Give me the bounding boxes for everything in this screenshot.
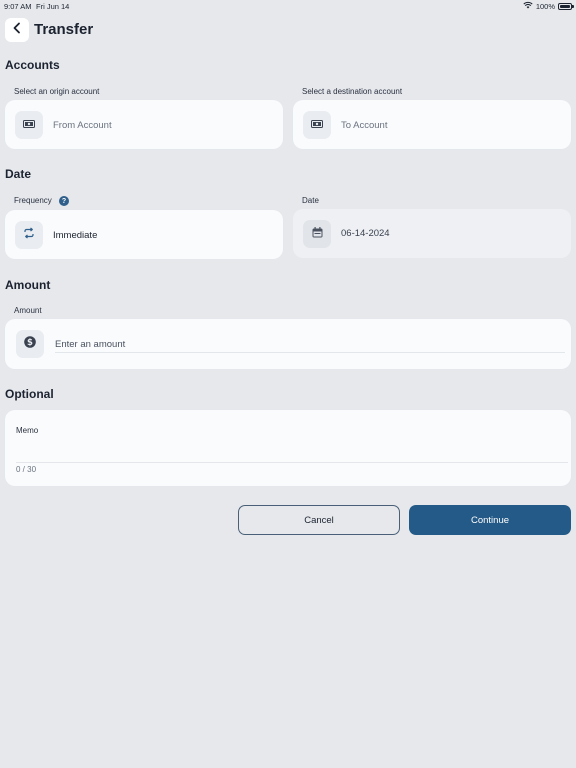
amount-section-title: Amount (5, 278, 51, 292)
amount-label: Amount (14, 306, 42, 315)
date-section-title: Date (5, 167, 32, 181)
battery-icon (558, 2, 574, 10)
frequency-selector[interactable]: Immediate (5, 210, 283, 259)
status-date: Fri Jun 14 (36, 2, 70, 11)
repeat-icon (23, 226, 35, 244)
amount-input[interactable] (55, 337, 565, 353)
destination-account-selector[interactable]: To Account (293, 100, 571, 149)
calendar-icon (312, 225, 323, 243)
memo-character-counter: 0 / 30 (16, 465, 37, 474)
frequency-icon-box (15, 221, 43, 249)
optional-section-title: Optional (5, 387, 54, 401)
frequency-label: Frequency (14, 196, 52, 205)
date-value: 06-14-2024 (341, 228, 390, 239)
back-button[interactable] (5, 18, 29, 42)
page-title: Transfer (34, 21, 94, 38)
memo-input[interactable] (16, 437, 568, 463)
destination-icon-box (303, 111, 331, 139)
amount-card: $ (5, 319, 571, 369)
memo-label: Memo (16, 426, 39, 435)
origin-icon-box (15, 111, 43, 139)
status-indicators: 100% (523, 1, 574, 11)
destination-account-value: To Account (341, 120, 388, 131)
svg-text:$: $ (27, 338, 33, 348)
status-bar: 9:07 AM Fri Jun 14 100% (0, 0, 576, 12)
status-time: 9:07 AM (4, 2, 32, 11)
destination-account-label: Select a destination account (302, 87, 403, 96)
memo-card: Memo 0 / 30 (5, 410, 571, 486)
frequency-value: Immediate (53, 230, 98, 241)
chevron-left-icon (12, 21, 22, 39)
origin-account-label: Select an origin account (14, 87, 100, 96)
money-bill-icon (311, 116, 323, 134)
dollar-circle-icon: $ (24, 335, 36, 353)
question-circle-icon[interactable]: ? (59, 196, 69, 206)
continue-button[interactable]: Continue (409, 505, 571, 535)
date-picker[interactable]: 06-14-2024 (293, 209, 571, 258)
cancel-button[interactable]: Cancel (238, 505, 400, 535)
origin-account-selector[interactable]: From Account (5, 100, 283, 149)
origin-account-value: From Account (53, 120, 112, 131)
battery-percent: 100% (535, 1, 555, 11)
amount-icon-box: $ (16, 330, 44, 358)
money-bill-icon (23, 116, 35, 134)
date-label: Date (302, 196, 319, 205)
date-icon-box (303, 220, 331, 248)
wifi-icon (523, 1, 533, 11)
accounts-section-title: Accounts (5, 58, 60, 72)
